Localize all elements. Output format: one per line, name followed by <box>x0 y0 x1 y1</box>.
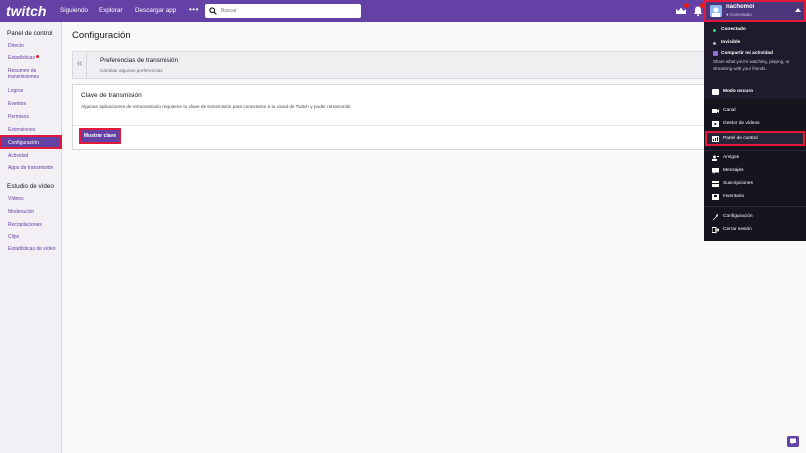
whispers-chat-button[interactable] <box>787 436 799 447</box>
menu-item-settings[interactable]: Configuración <box>723 214 753 219</box>
sidebar-item-achievements[interactable]: Logros <box>8 88 23 94</box>
invisible-dot-icon <box>713 42 716 45</box>
sidebar-item-video-stats[interactable]: Estadísticas de vídeo <box>8 246 56 252</box>
more-menu-icon[interactable]: ••• <box>189 5 199 14</box>
checkbox-checked-icon[interactable] <box>713 51 718 56</box>
sidebar-item-collections[interactable]: Recopilaciones <box>8 222 42 228</box>
sidebar-heading-video-studio: Estudio de vídeo <box>7 183 54 190</box>
divider <box>704 206 806 207</box>
video-manager-icon <box>712 121 719 127</box>
stream-preferences-header: « Preferencias de transmisión Cambiar al… <box>72 51 712 79</box>
page-title: Configuración <box>72 30 131 41</box>
menu-item-subscriptions[interactable]: Suscripciones <box>723 181 753 186</box>
wrench-icon <box>713 214 719 220</box>
subscriptions-icon <box>712 181 719 187</box>
new-dot <box>35 55 39 58</box>
collapse-sidebar-icon[interactable]: « <box>73 52 87 78</box>
chat-bubble-icon <box>790 438 796 445</box>
search-box[interactable] <box>205 4 361 18</box>
moon-icon <box>712 89 719 95</box>
sidebar-item-clips[interactable]: Clips <box>8 234 19 240</box>
sidebar-item-permissions[interactable]: Permisos <box>8 114 29 120</box>
divider <box>704 150 806 151</box>
nav-following[interactable]: Siguiendo <box>60 7 88 14</box>
friends-icon <box>712 155 719 161</box>
preferences-title: Preferencias de transmisión <box>100 57 179 64</box>
user-menu-toggle[interactable]: nachomoi ● Conectado <box>704 0 806 22</box>
sidebar-item-broadcast-summary[interactable]: Resumen de transmisiones <box>8 68 60 80</box>
username: nachomoi <box>726 4 755 10</box>
sidebar: Panel de control Directo Estadísticas Re… <box>0 22 62 453</box>
sidebar-item-live[interactable]: Directo <box>8 43 24 49</box>
svg-text:twitch: twitch <box>6 3 46 19</box>
channel-icon <box>712 109 719 113</box>
sidebar-item-moderation[interactable]: Moderación <box>8 209 34 215</box>
menu-item-channel[interactable]: Canal <box>723 108 736 113</box>
messages-icon <box>712 168 719 174</box>
menu-item-dashboard[interactable]: Panel de control <box>705 131 805 146</box>
search-input[interactable] <box>221 6 355 16</box>
sidebar-heading-dashboard: Panel de control <box>7 30 53 37</box>
sidebar-item-events[interactable]: Eventos <box>8 101 26 107</box>
stream-key-description: Algunas aplicaciones de retransmisión re… <box>81 104 352 109</box>
sidebar-item-label: Configuración <box>8 140 39 146</box>
user-dropdown-menu: Conectado Invisible Compartir mi activid… <box>704 22 806 241</box>
share-activity-label[interactable]: Compartir mi actividad <box>721 51 773 56</box>
menu-item-logout[interactable]: Cerrar sesión <box>723 227 752 232</box>
prime-badge <box>684 3 689 8</box>
show-key-button[interactable]: Mostrar clave <box>79 128 121 144</box>
sidebar-item-stats[interactable]: Estadísticas <box>8 55 39 61</box>
sidebar-item-settings[interactable]: Configuración <box>0 135 62 149</box>
search-icon <box>209 7 217 15</box>
caret-up-icon <box>795 8 801 12</box>
share-activity-description: Share what you're watching, playing, or … <box>713 59 790 71</box>
sidebar-item-label: Estadísticas <box>8 55 35 61</box>
top-navbar: twitch Siguiendo Explorar Descargar app … <box>0 0 806 22</box>
twitch-logo[interactable]: twitch <box>6 3 46 19</box>
dark-mode-toggle[interactable]: Modo oscuro <box>723 89 753 94</box>
menu-item-messages[interactable]: Mensajes <box>723 168 744 173</box>
preferences-subtitle: Cambiar algunas preferencias <box>100 68 163 73</box>
avatar <box>710 5 722 17</box>
sidebar-item-activity[interactable]: Actividad <box>8 153 28 159</box>
menu-item-inventory[interactable]: Inventario <box>723 194 744 199</box>
stream-key-card: Clave de transmisión Algunas aplicacione… <box>72 84 712 150</box>
stream-key-title: Clave de transmisión <box>81 92 142 99</box>
user-status: ● Conectado <box>726 12 752 17</box>
divider <box>73 125 711 126</box>
status-online-option[interactable]: Conectado <box>721 27 746 32</box>
menu-item-friends[interactable]: Amigos <box>723 155 739 160</box>
nav-download-app[interactable]: Descargar app <box>135 7 176 14</box>
online-dot-icon <box>713 29 716 32</box>
inventory-icon <box>712 194 719 200</box>
logout-icon <box>712 227 719 233</box>
menu-item-video-manager[interactable]: Gestor de vídeos <box>723 121 760 126</box>
menu-item-label: Panel de control <box>723 136 758 141</box>
sidebar-item-videos[interactable]: Vídeos <box>8 196 24 202</box>
sidebar-item-streaming-apps[interactable]: Apps de transmisión <box>8 165 53 171</box>
dashboard-icon <box>712 136 719 142</box>
status-invisible-option[interactable]: Invisible <box>721 40 740 45</box>
nav-browse[interactable]: Explorar <box>99 7 122 14</box>
sidebar-item-extensions[interactable]: Extensiones <box>8 127 35 133</box>
